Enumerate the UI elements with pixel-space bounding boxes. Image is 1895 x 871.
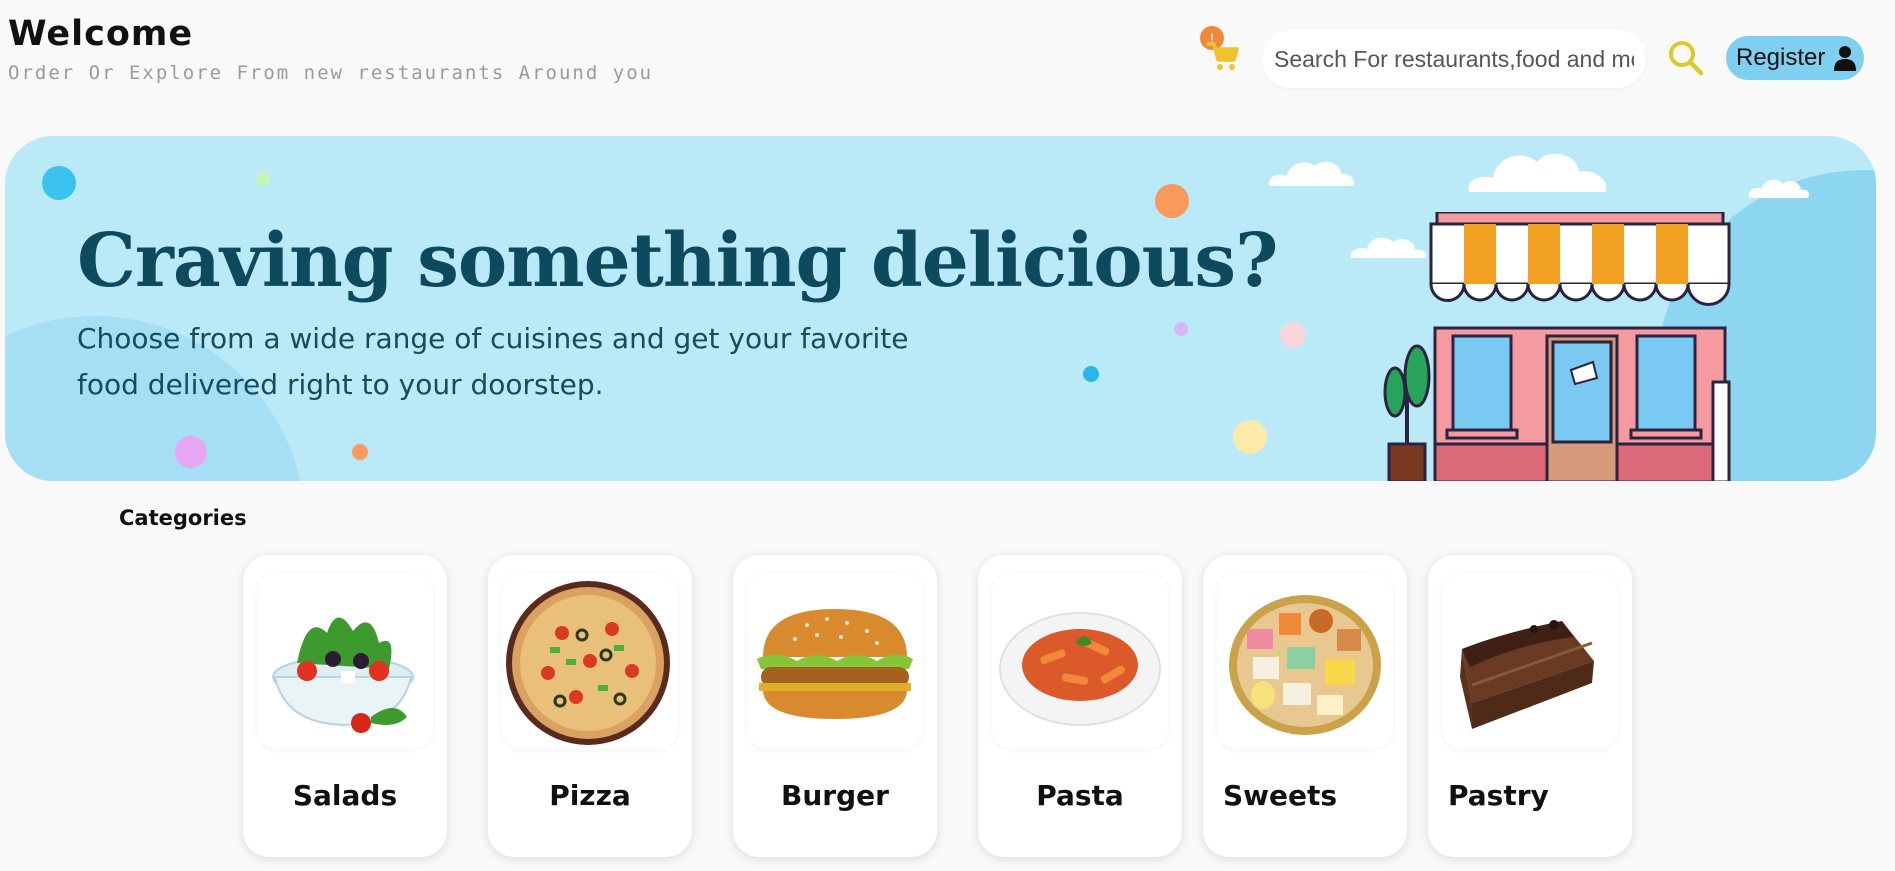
salad-icon (272, 617, 414, 733)
top-header: Welcome Order Or Explore From new restau… (0, 0, 1895, 110)
search-button[interactable] (1666, 38, 1706, 78)
pasta-icon (999, 612, 1161, 726)
cloud-icon (1468, 153, 1607, 192)
decor-dot (1174, 322, 1188, 336)
pizza-icon (506, 581, 670, 745)
category-label: Pizza (549, 779, 631, 812)
salad-image (257, 573, 433, 749)
hero-banner: Craving something delicious? Choose from… (5, 136, 1876, 481)
burger-image (747, 573, 923, 749)
pizza-image (502, 573, 678, 749)
decor-dot (175, 436, 207, 468)
category-card-pasta[interactable]: Pasta (978, 555, 1182, 857)
search-input[interactable] (1262, 30, 1646, 88)
category-card-pizza[interactable]: Pizza (488, 555, 692, 857)
decor-dot (352, 444, 368, 460)
cart-icon (1206, 42, 1239, 70)
pastry-icon (1460, 620, 1594, 729)
hero-title: Craving something delicious? (77, 218, 1278, 304)
categories-heading: Categories (119, 506, 247, 530)
category-label: Burger (781, 779, 889, 812)
pastry-image (1442, 573, 1618, 749)
category-card-sweets[interactable]: Sweets (1203, 555, 1407, 857)
decor-dot (1280, 322, 1306, 348)
decor-dot (256, 172, 270, 186)
category-label: Salads (292, 779, 398, 812)
category-label: Pastry (1448, 779, 1549, 812)
burger-icon (757, 609, 913, 719)
category-card-burger[interactable]: Burger (733, 555, 937, 857)
page-tagline: Order Or Explore From new restaurants Ar… (8, 62, 654, 84)
cloud-icon (1748, 179, 1809, 198)
pasta-image (992, 573, 1168, 749)
storefront-icon (1383, 212, 1731, 481)
decor-dot (1233, 420, 1267, 454)
cart-button[interactable]: ! (1200, 26, 1246, 76)
register-button[interactable]: Register (1726, 36, 1864, 80)
user-icon (1834, 46, 1857, 71)
category-label: Pasta (1036, 779, 1124, 812)
category-label: Sweets (1223, 779, 1338, 812)
cloud-icon (1268, 161, 1355, 186)
decor-dot (42, 166, 76, 200)
sweets-image (1217, 573, 1393, 749)
hero-subtitle: Choose from a wide range of cuisines and… (77, 322, 909, 401)
page-title: Welcome (8, 14, 194, 54)
register-label: Register (1736, 44, 1826, 71)
decor-dot (1155, 184, 1189, 218)
decor-dot (1083, 366, 1099, 382)
search-icon (1669, 41, 1704, 76)
category-card-salads[interactable]: Salads (243, 555, 447, 857)
sweets-icon (1229, 595, 1381, 735)
category-card-pastry[interactable]: Pastry (1428, 555, 1632, 857)
